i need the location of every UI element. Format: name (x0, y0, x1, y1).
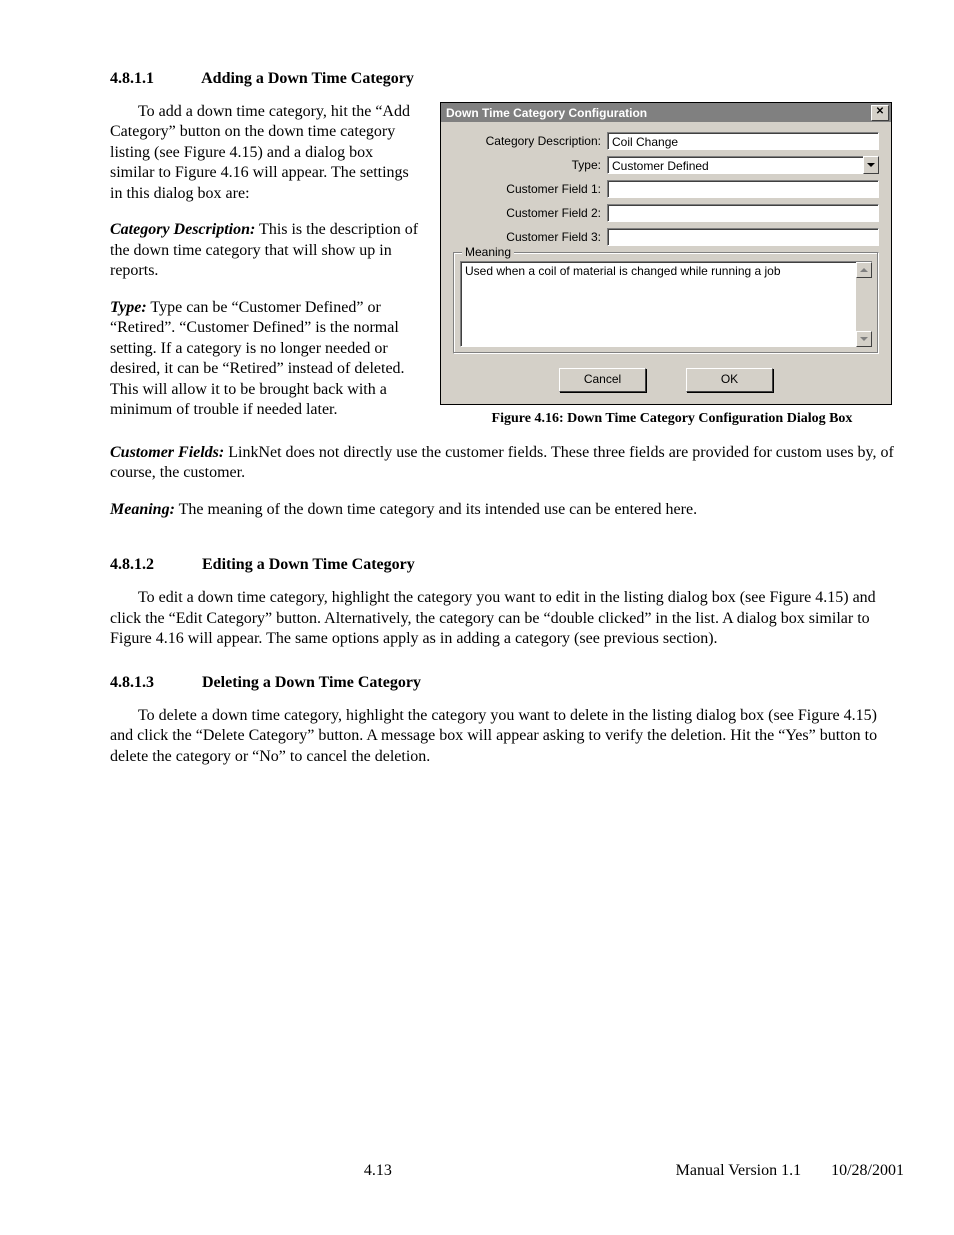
figure-caption: Figure 4.16: Down Time Category Configur… (440, 411, 904, 427)
dialog-body: Category Description: Coil Change Type: … (441, 122, 891, 404)
groupbox-meaning-legend: Meaning (462, 245, 514, 259)
meaning-text: The meaning of the down time category an… (175, 501, 697, 518)
label-customer-field-2: Customer Field 2: (453, 206, 607, 220)
section-number: 4.8.1.1 (110, 70, 198, 88)
page-number: 4.13 (110, 1162, 646, 1180)
manual-version: Manual Version 1.1 (676, 1162, 801, 1179)
section-title: Adding a Down Time Category (201, 70, 414, 87)
section-heading-3: 4.8.1.3 Deleting a Down Time Category (110, 674, 904, 692)
custfields-text: LinkNet does not directly use the custom… (110, 444, 894, 481)
custfields-paragraph: Customer Fields: LinkNet does not direct… (110, 443, 904, 484)
groupbox-meaning: Meaning Used when a coil of material is … (453, 252, 879, 354)
catdesc-term: Category Description: (110, 221, 255, 238)
dialog-window: Down Time Category Configuration ✕ Categ… (440, 102, 892, 405)
section-number: 4.8.1.3 (110, 674, 198, 692)
document-page: 4.8.1.1 Adding a Down Time Category To a… (0, 0, 954, 1235)
section-title: Editing a Down Time Category (202, 556, 415, 573)
section-heading-1: 4.8.1.1 Adding a Down Time Category (110, 70, 904, 88)
scroll-up-button[interactable] (856, 262, 872, 278)
input-customer-field-1[interactable] (607, 180, 879, 198)
label-customer-field-1: Customer Field 1: (453, 182, 607, 196)
section-title: Deleting a Down Time Category (202, 674, 421, 691)
ok-button[interactable]: OK (686, 368, 773, 392)
type-paragraph: Type: Type can be “Customer Defined” or … (110, 298, 420, 421)
input-customer-field-3[interactable] (607, 228, 879, 246)
textarea-scrollbar[interactable] (856, 261, 872, 347)
combo-type-value[interactable]: Customer Defined (607, 156, 863, 174)
section-heading-2: 4.8.1.2 Editing a Down Time Category (110, 556, 904, 574)
section3-body: To delete a down time category, highligh… (110, 706, 904, 767)
page-footer: 4.13 Manual Version 1.1 10/28/2001 (110, 1162, 904, 1180)
figure-block: Down Time Category Configuration ✕ Categ… (440, 102, 904, 427)
label-type: Type: (453, 158, 607, 172)
chevron-down-icon (860, 337, 868, 341)
type-text: Type can be “Customer Defined” or “Retir… (110, 299, 405, 418)
type-term: Type: (110, 299, 147, 316)
chevron-up-icon (860, 268, 868, 272)
combo-type[interactable]: Customer Defined (607, 156, 879, 174)
catdesc-paragraph: Category Description: This is the descri… (110, 220, 420, 281)
section2-body: To edit a down time category, highlight … (110, 588, 904, 649)
meaning-term: Meaning: (110, 501, 175, 518)
input-category-description[interactable]: Coil Change (607, 132, 879, 150)
footer-date: 10/28/2001 (831, 1162, 904, 1179)
footer-right: Manual Version 1.1 10/28/2001 (646, 1162, 904, 1180)
input-customer-field-2[interactable] (607, 204, 879, 222)
section-number: 4.8.1.2 (110, 556, 198, 574)
dialog-title: Down Time Category Configuration (446, 106, 871, 120)
label-category-description: Category Description: (453, 134, 607, 148)
chevron-down-icon (867, 163, 875, 167)
label-customer-field-3: Customer Field 3: (453, 230, 607, 244)
dialog-titlebar[interactable]: Down Time Category Configuration ✕ (441, 103, 891, 122)
textarea-meaning[interactable]: Used when a coil of material is changed … (460, 261, 856, 347)
combo-type-button[interactable] (863, 156, 879, 174)
intro-paragraph: To add a down time category, hit the “Ad… (110, 102, 420, 204)
scroll-down-button[interactable] (856, 331, 872, 347)
cancel-button[interactable]: Cancel (559, 368, 646, 392)
custfields-term: Customer Fields: (110, 444, 224, 461)
meaning-paragraph: Meaning: The meaning of the down time ca… (110, 500, 904, 520)
close-icon: ✕ (876, 106, 884, 117)
close-button[interactable]: ✕ (871, 105, 889, 121)
